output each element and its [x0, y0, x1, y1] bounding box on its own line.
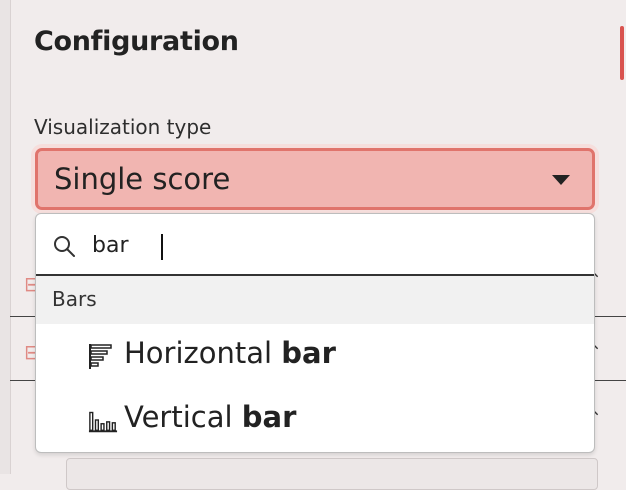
search-icon — [54, 236, 75, 257]
vertical-bar-chart-icon — [88, 411, 118, 433]
scroll-indicator — [620, 26, 624, 80]
page-title: Configuration — [34, 26, 239, 57]
panel-left-edge — [0, 0, 11, 474]
text-cursor — [161, 234, 163, 260]
option-vertical-bar[interactable]: Vertical bar — [36, 388, 594, 452]
background-field — [66, 458, 598, 490]
selected-value: Single score — [54, 162, 231, 196]
option-label: Vertical bar — [124, 400, 297, 434]
visualization-type-dropdown: Bars Horizontal bar Vertical bar — [35, 213, 595, 453]
visualization-type-select[interactable]: Single score — [35, 148, 595, 210]
search-input[interactable] — [92, 228, 572, 262]
option-group-label: Bars — [52, 287, 97, 311]
visualization-type-label: Visualization type — [34, 115, 212, 139]
chevron-down-icon[interactable] — [552, 175, 570, 185]
option-horizontal-bar[interactable]: Horizontal bar — [36, 324, 594, 388]
dropdown-search — [36, 214, 594, 276]
option-label: Horizontal bar — [124, 336, 336, 370]
horizontal-bar-chart-icon — [89, 344, 112, 369]
option-group-header: Bars — [36, 276, 594, 324]
